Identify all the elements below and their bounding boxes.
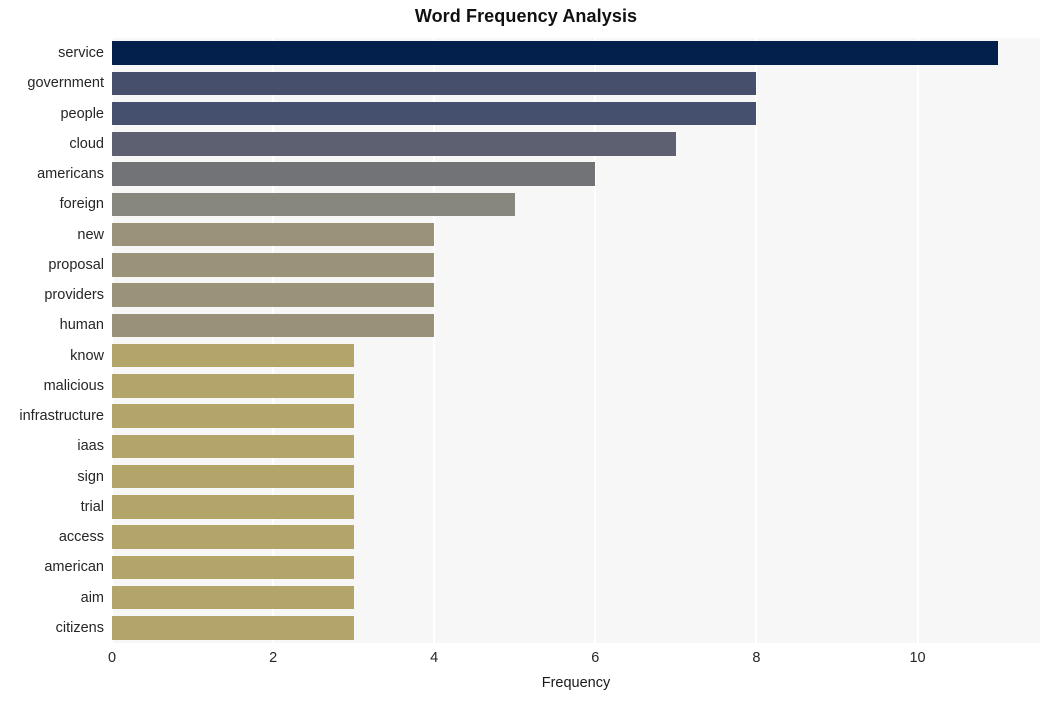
bar-row[interactable] xyxy=(112,41,1040,65)
bar-row[interactable] xyxy=(112,616,1040,640)
bar[interactable] xyxy=(112,525,354,549)
bar[interactable] xyxy=(112,374,354,398)
bar-row[interactable] xyxy=(112,404,1040,428)
y-tick-label: government xyxy=(27,75,104,92)
bar-row[interactable] xyxy=(112,374,1040,398)
word-frequency-chart: Word Frequency Analysis service governmen… xyxy=(0,0,1052,701)
bar[interactable] xyxy=(112,313,435,338)
x-tick-label: 2 xyxy=(269,650,278,666)
x-gridline xyxy=(916,38,919,643)
bar[interactable] xyxy=(112,343,354,368)
x-axis-label: Frequency xyxy=(541,675,611,691)
bar[interactable] xyxy=(112,283,435,307)
bar-row[interactable] xyxy=(112,343,1040,368)
y-tick-label: trial xyxy=(80,498,104,515)
y-tick-label: cloud xyxy=(69,135,104,152)
bar-row[interactable] xyxy=(112,253,1040,277)
bar[interactable] xyxy=(112,555,354,580)
bar[interactable] xyxy=(112,132,676,156)
bar-row[interactable] xyxy=(112,555,1040,580)
bar[interactable] xyxy=(112,616,354,640)
bar-row[interactable] xyxy=(112,101,1040,126)
x-tick-label: 6 xyxy=(591,650,600,666)
x-tick-label: 10 xyxy=(909,650,926,666)
bar[interactable] xyxy=(112,434,354,459)
bar-row[interactable] xyxy=(112,283,1040,307)
y-tick-label: human xyxy=(59,317,104,334)
x-tick-label: 8 xyxy=(752,650,761,666)
bar-row[interactable] xyxy=(112,132,1040,156)
y-tick-label: people xyxy=(60,105,104,122)
y-tick-label: iaas xyxy=(77,438,104,455)
bar[interactable] xyxy=(112,192,515,217)
y-tick-label: providers xyxy=(44,287,104,304)
x-gridline xyxy=(755,38,758,643)
y-tick-label: americans xyxy=(37,166,104,183)
bar[interactable] xyxy=(112,222,435,247)
bar-row[interactable] xyxy=(112,162,1040,186)
y-tick-label: aim xyxy=(80,589,104,606)
bar[interactable] xyxy=(112,404,354,428)
bar-row[interactable] xyxy=(112,434,1040,459)
y-tick-label: proposal xyxy=(48,256,104,273)
bar-row[interactable] xyxy=(112,495,1040,519)
y-tick-label: service xyxy=(58,45,104,62)
y-axis-tick-labels: service government people cloud americans for… xyxy=(0,38,112,643)
y-tick-label: malicious xyxy=(43,377,104,394)
y-tick-label: sign xyxy=(77,468,104,485)
x-tick-label: 4 xyxy=(430,650,439,666)
chart-title: Word Frequency Analysis xyxy=(414,6,638,26)
bar-row[interactable] xyxy=(112,313,1040,338)
x-gridline xyxy=(272,38,275,643)
bar-row[interactable] xyxy=(112,525,1040,549)
y-tick-label: foreign xyxy=(59,196,104,213)
bar[interactable] xyxy=(112,71,757,96)
y-tick-label: access xyxy=(58,529,104,546)
x-gridline xyxy=(594,38,597,643)
bar[interactable] xyxy=(112,253,435,277)
x-tick-label: 0 xyxy=(107,650,117,666)
plot-area xyxy=(112,38,1040,643)
x-gridline xyxy=(433,38,436,643)
y-tick-label: citizens xyxy=(55,619,104,636)
y-tick-label: infrastructure xyxy=(19,408,104,425)
bar-row[interactable] xyxy=(112,192,1040,217)
bar-row[interactable] xyxy=(112,222,1040,247)
bar-row[interactable] xyxy=(112,585,1040,610)
y-tick-label: new xyxy=(77,226,104,243)
bar[interactable] xyxy=(112,101,757,126)
y-tick-label: american xyxy=(44,559,104,576)
bar[interactable] xyxy=(112,464,354,489)
x-gridline xyxy=(112,38,113,643)
bar[interactable] xyxy=(112,41,999,65)
bar[interactable] xyxy=(112,162,596,186)
bar[interactable] xyxy=(112,585,354,610)
bar-row[interactable] xyxy=(112,71,1040,96)
bar-row[interactable] xyxy=(112,464,1040,489)
bar[interactable] xyxy=(112,495,354,519)
y-tick-label: know xyxy=(70,347,104,364)
